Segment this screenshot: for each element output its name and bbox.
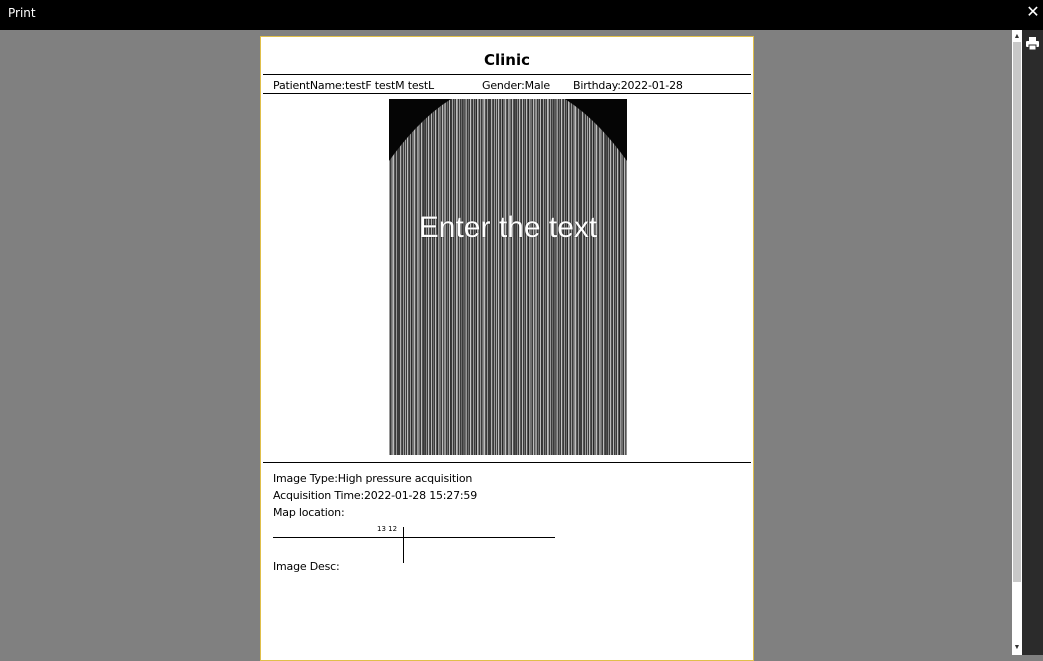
patient-birthday: Birthday:2022-01-28 <box>573 79 683 92</box>
map-location-diagram: 13 12 <box>273 525 555 563</box>
scroll-up-arrow[interactable]: ▲ <box>1012 32 1022 42</box>
vertical-scrollbar[interactable]: ▲ ▼ <box>1012 30 1022 655</box>
map-location-label: Map location: <box>273 506 345 519</box>
report-page: Clinic PatientName:testF testM testL Gen… <box>260 36 754 661</box>
image-overlay-text: Enter the text <box>418 211 598 244</box>
close-icon[interactable]: ✕ <box>1025 4 1041 20</box>
image-type: Image Type:High pressure acquisition <box>273 472 473 485</box>
map-marker-label: 13 12 <box>377 525 398 533</box>
window-titlebar: Print ✕ <box>0 0 1043 30</box>
report-title: Clinic <box>483 51 530 69</box>
patient-gender: Gender:Male <box>482 79 550 92</box>
right-toolbar <box>1022 30 1043 655</box>
acquisition-time: Acquisition Time:2022-01-28 15:27:59 <box>273 489 477 502</box>
map-vertical-line <box>403 527 404 563</box>
map-horizontal-line <box>273 537 555 538</box>
patient-name: PatientName:testF testM testL <box>273 79 434 92</box>
xray-image: Enter the text <box>389 99 627 455</box>
image-divider <box>263 462 751 463</box>
patient-info-divider <box>263 93 751 94</box>
header-divider <box>263 74 751 75</box>
scrollbar-thumb[interactable] <box>1013 42 1021 582</box>
image-desc-label: Image Desc: <box>273 560 340 573</box>
printer-icon[interactable] <box>1025 36 1040 51</box>
window-title: Print <box>8 6 36 20</box>
xray-image-graphic <box>389 99 627 455</box>
scroll-down-arrow[interactable]: ▼ <box>1012 643 1022 653</box>
